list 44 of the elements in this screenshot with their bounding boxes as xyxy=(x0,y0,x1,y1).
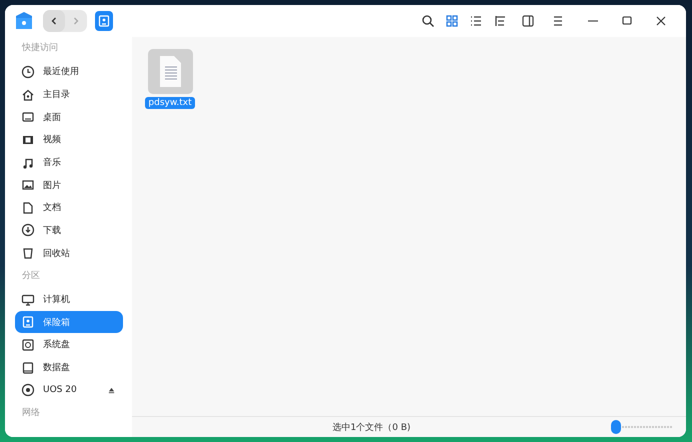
list-icon xyxy=(469,14,483,28)
safe-icon xyxy=(21,315,35,330)
location-button[interactable] xyxy=(95,11,113,31)
document-icon xyxy=(21,200,35,215)
sidebar-item[interactable]: 下载 xyxy=(15,219,123,242)
image-icon xyxy=(21,178,35,192)
sidebar-item[interactable]: 桌面 xyxy=(15,106,123,128)
sidebar-item[interactable]: 主目录 xyxy=(15,84,123,106)
disc-icon xyxy=(21,383,35,398)
grid-icon xyxy=(445,14,459,28)
computer-icon xyxy=(21,292,35,307)
section-heading: 快捷访问 xyxy=(20,42,59,55)
close-icon xyxy=(654,14,668,28)
slider-thumb[interactable] xyxy=(611,420,621,434)
sidebar-item[interactable]: 计算机 xyxy=(15,288,123,311)
sidebar-item[interactable]: 视频 xyxy=(15,128,123,151)
file-name[interactable]: pdsyw.txt xyxy=(145,97,195,109)
status-text: 选中1个文件（0 B) xyxy=(332,422,412,434)
minimize-icon xyxy=(588,20,598,22)
sidebar-item[interactable]: 回收站 xyxy=(15,242,123,264)
sidebar-item[interactable]: 图片 xyxy=(15,174,123,196)
sidebar-item[interactable]: 系统盘 xyxy=(15,334,123,356)
sidebar-item[interactable]: 数据盘 xyxy=(15,356,123,379)
search-icon xyxy=(421,14,435,28)
sidebar-item[interactable]: 保险箱 xyxy=(15,311,123,334)
clock-icon xyxy=(21,64,35,79)
download-icon xyxy=(21,223,35,238)
section-heading: 分区 xyxy=(21,270,41,283)
house-icon xyxy=(21,88,35,102)
menu-icon xyxy=(551,14,565,28)
sidebar-item[interactable]: 文档 xyxy=(15,196,123,219)
panel-icon xyxy=(521,14,535,28)
eject-icon[interactable] xyxy=(108,386,115,394)
sidebar-item[interactable]: 最近使用 xyxy=(15,60,123,83)
monitor-icon xyxy=(21,110,35,124)
section-heading: 网络 xyxy=(21,406,41,420)
trash-icon xyxy=(21,246,35,260)
safe-icon xyxy=(97,14,111,28)
tree-icon xyxy=(493,14,507,28)
sidebar-item[interactable]: 音乐 xyxy=(15,152,123,174)
back-button[interactable] xyxy=(43,10,65,32)
drive-icon xyxy=(21,360,35,375)
sidebar-item[interactable]: UOS 20 xyxy=(15,379,123,402)
app-logo-icon xyxy=(15,11,33,31)
